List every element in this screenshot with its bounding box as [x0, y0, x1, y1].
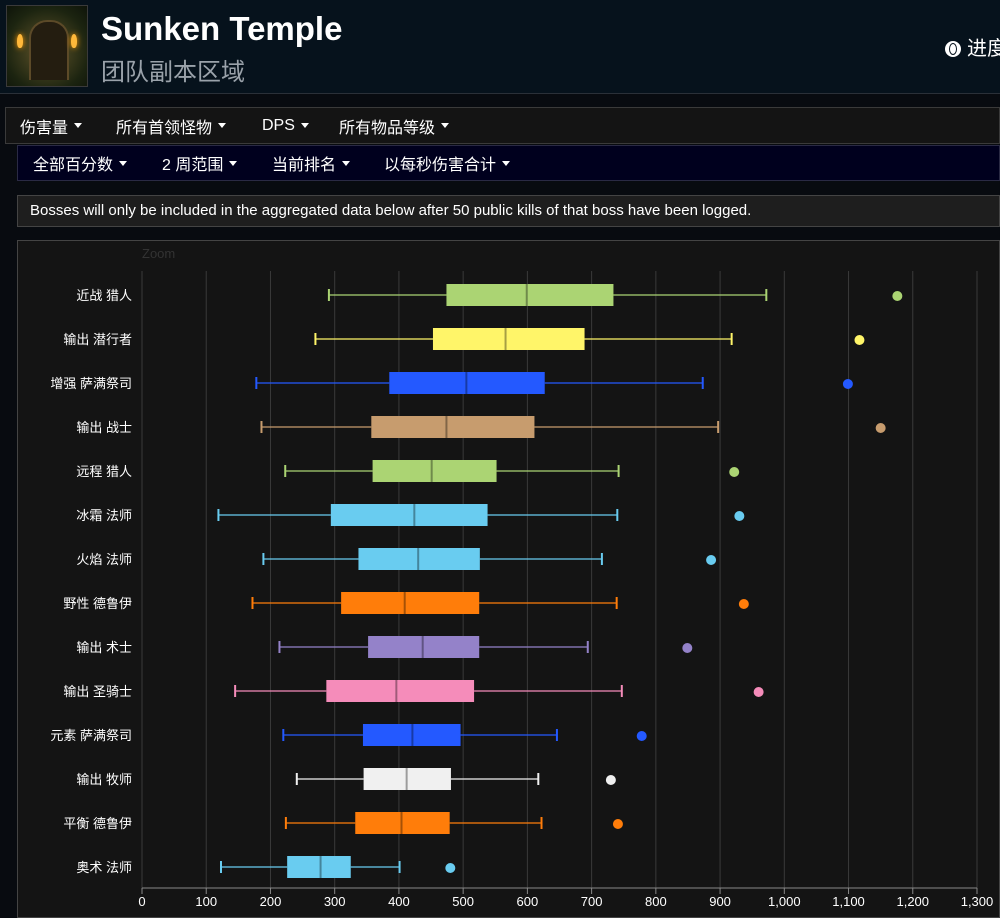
x-tick-label: 1,000 — [768, 894, 801, 909]
x-tick-label: 1,100 — [832, 894, 865, 909]
torch-flame-left — [17, 34, 23, 48]
role-dropdown-label: DPS — [262, 116, 295, 134]
box-iqr — [330, 504, 488, 526]
x-tick-label: 500 — [452, 894, 474, 909]
caret-down-icon — [441, 123, 450, 128]
x-tick-label: 0 — [138, 894, 145, 909]
boxplot-chart: 0 100 200 300 400 500 600 700 800 900 1,000 1,100 1,… — [50, 271, 994, 909]
x-tick-label: 700 — [581, 894, 603, 909]
box-iqr — [372, 460, 497, 482]
header-divider — [0, 93, 1000, 94]
outlier-point — [738, 599, 749, 609]
x-tick-label: 300 — [324, 894, 346, 909]
category-label: 火焰 法师 — [76, 552, 132, 567]
item-level-dropdown[interactable]: 所有物品等级 — [339, 108, 450, 143]
category-label: 平衡 德鲁伊 — [63, 816, 132, 831]
category-label: 冰霜 法师 — [76, 508, 132, 523]
secondary-filter-bar: 全部百分数 2 周范围 当前排名 以每秒伤害合计 — [17, 145, 1000, 181]
box-iqr — [287, 856, 351, 878]
caret-down-icon — [229, 160, 238, 166]
caret-down-icon — [342, 160, 351, 166]
x-tick-label: 400 — [388, 894, 410, 909]
outlier-point — [682, 643, 693, 653]
outlier-point — [854, 335, 865, 345]
category-label: 奥术 法师 — [76, 860, 132, 875]
aggregate-dropdown[interactable]: 以每秒伤害合计 — [384, 146, 511, 180]
category-label: 输出 术士 — [76, 640, 132, 655]
outlier-point — [706, 555, 717, 565]
timeframe-dropdown-label: 2 周范围 — [162, 157, 224, 174]
outlier-point — [734, 511, 745, 521]
box-iqr — [326, 680, 475, 702]
x-tick-label: 200 — [260, 894, 282, 909]
aggregation-notice: Bosses will only be included in the aggr… — [17, 195, 1000, 227]
category-label: 元素 萨满祭司 — [50, 728, 132, 743]
category-label: 输出 圣骑士 — [63, 684, 132, 699]
outlier-point — [605, 775, 616, 785]
outlier-point — [753, 687, 764, 697]
caret-down-icon — [502, 160, 511, 166]
category-label: 输出 潜行者 — [63, 332, 132, 347]
category-label: 远程 猎人 — [76, 464, 132, 479]
x-tick-label: 600 — [517, 894, 539, 909]
boss-dropdown[interactable]: 所有首领怪物 — [116, 108, 227, 143]
metric-dropdown[interactable]: 伤害量 — [20, 108, 83, 143]
outlier-point — [612, 819, 623, 829]
category-label: 输出 战士 — [76, 420, 132, 435]
globe-icon — [945, 41, 961, 57]
box-iqr — [446, 284, 614, 306]
category-label: 输出 牧师 — [76, 772, 132, 787]
x-tick-label: 900 — [709, 894, 731, 909]
caret-down-icon — [300, 123, 309, 128]
timeframe-dropdown[interactable]: 2 周范围 — [162, 146, 238, 180]
metric-dropdown-label: 伤害量 — [20, 119, 69, 137]
progress-link-label: 进度 — [967, 38, 1000, 60]
item-level-dropdown-label: 所有物品等级 — [339, 119, 436, 137]
zone-icon — [6, 5, 88, 87]
percentile-dropdown[interactable]: 全部百分数 — [33, 146, 128, 180]
progress-link[interactable]: 进度 — [945, 32, 1000, 61]
x-tick-label: 800 — [645, 894, 667, 909]
box-iqr — [371, 416, 535, 438]
aggregate-dropdown-label: 以每秒伤害合计 — [384, 157, 497, 174]
x-tick-label: 100 — [195, 894, 217, 909]
ranking-dropdown[interactable]: 当前排名 — [272, 146, 351, 180]
caret-down-icon — [119, 160, 128, 166]
page-header: Sunken Temple 团队副本区域 进度 — [0, 0, 1000, 94]
page-title: Sunken Temple — [101, 10, 343, 47]
x-tick-label: 1,300 — [961, 894, 994, 909]
box-iqr — [432, 328, 585, 350]
page-subtitle: 团队副本区域 — [101, 59, 245, 86]
outlier-point — [445, 863, 456, 873]
outlier-point — [636, 731, 647, 741]
outlier-point — [892, 291, 903, 301]
primary-filter-bar: 伤害量 所有首领怪物 DPS 所有物品等级 — [5, 107, 1000, 144]
boss-dropdown-label: 所有首领怪物 — [116, 119, 213, 137]
role-dropdown[interactable]: DPS — [262, 108, 309, 143]
torch-flame-right — [71, 34, 77, 48]
category-label: 近战 猎人 — [76, 288, 132, 303]
category-label: 野性 德鲁伊 — [63, 596, 132, 611]
caret-down-icon — [74, 123, 83, 128]
category-label: 增强 萨满祭司 — [50, 376, 132, 391]
outlier-point — [729, 467, 740, 477]
ranking-dropdown-label: 当前排名 — [272, 157, 337, 174]
chart-panel: Zoom 0 100 200 300 400 500 600 700 800 900 1,000 1,… — [17, 240, 1000, 918]
outlier-point — [842, 379, 853, 389]
box-iqr — [341, 592, 480, 614]
percentile-dropdown-label: 全部百分数 — [33, 157, 114, 174]
temple-arch-graphic — [29, 20, 69, 80]
zoom-label[interactable]: Zoom — [142, 246, 175, 261]
outlier-point — [875, 423, 886, 433]
x-tick-label: 1,200 — [896, 894, 929, 909]
caret-down-icon — [218, 123, 227, 128]
